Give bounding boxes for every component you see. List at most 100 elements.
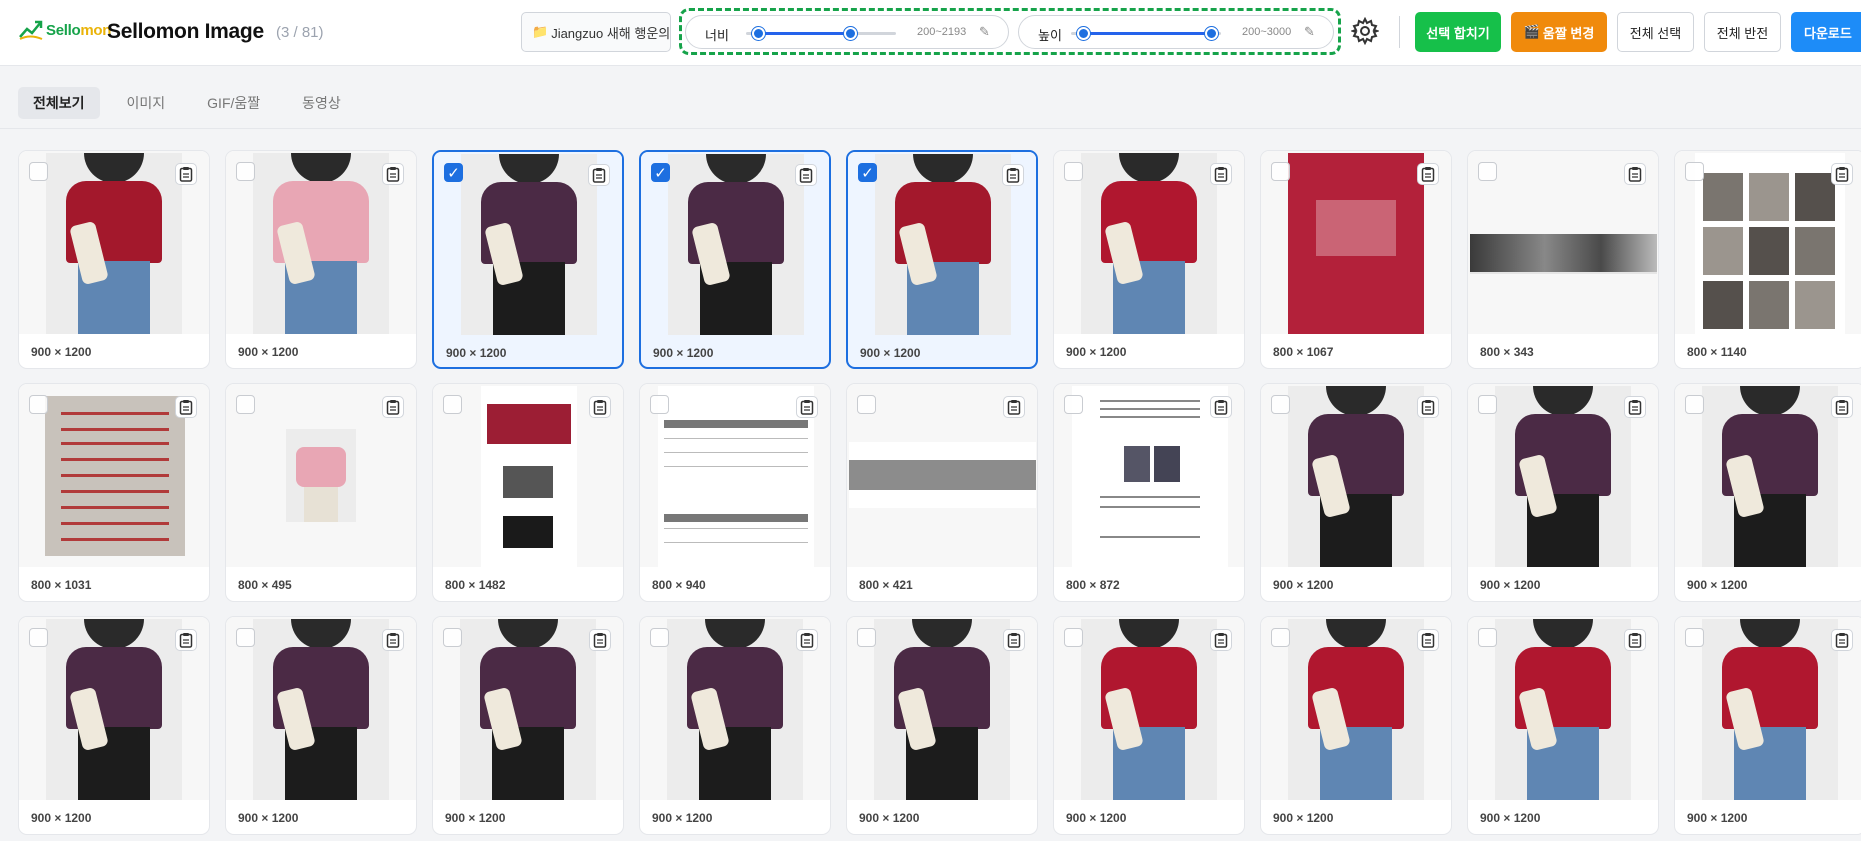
image-card[interactable]: 900 × 1200 — [1467, 383, 1659, 602]
clipboard-icon[interactable] — [796, 629, 818, 651]
tab-0[interactable]: 전체보기 — [18, 87, 100, 119]
clipboard-icon[interactable] — [1210, 396, 1232, 418]
image-card[interactable]: 900 × 1200 — [1260, 616, 1452, 835]
clipboard-icon[interactable] — [175, 629, 197, 651]
image-card[interactable]: ✓ 900 × 1200 — [846, 150, 1038, 369]
select-checkbox[interactable] — [443, 395, 462, 414]
image-card[interactable]: 900 × 1200 — [18, 150, 210, 369]
clipboard-icon[interactable] — [1624, 629, 1646, 651]
select-checkbox[interactable] — [1064, 162, 1083, 181]
select-all-button[interactable]: 전체 선택 — [1617, 12, 1694, 52]
select-checkbox[interactable] — [1478, 395, 1497, 414]
select-checkbox[interactable] — [1271, 162, 1290, 181]
select-checkbox[interactable] — [1064, 628, 1083, 647]
image-card[interactable]: 900 × 1200 — [432, 616, 624, 835]
image-card[interactable]: 900 × 1200 — [225, 150, 417, 369]
image-card[interactable]: 800 × 343 — [1467, 150, 1659, 369]
clipboard-icon[interactable] — [1624, 396, 1646, 418]
image-card[interactable]: 900 × 1200 — [1053, 150, 1245, 369]
image-card[interactable]: ✓ 900 × 1200 — [432, 150, 624, 369]
clipboard-icon[interactable] — [175, 396, 197, 418]
merge-selected-button[interactable]: 선택 합치기 — [1415, 12, 1501, 52]
image-card[interactable]: 900 × 1200 — [1674, 616, 1861, 835]
image-card[interactable]: 900 × 1200 — [639, 616, 831, 835]
select-checkbox[interactable]: ✓ — [444, 163, 463, 182]
width-slider[interactable]: 너비 200~2193 ✎ — [685, 15, 1009, 49]
select-checkbox[interactable] — [1271, 395, 1290, 414]
select-checkbox[interactable] — [1685, 628, 1704, 647]
clipboard-icon[interactable] — [382, 163, 404, 185]
clipboard-icon[interactable] — [1003, 629, 1025, 651]
invert-selection-button[interactable]: 전체 반전 — [1704, 12, 1781, 52]
select-checkbox[interactable]: ✓ — [858, 163, 877, 182]
clipboard-icon[interactable] — [175, 163, 197, 185]
clipboard-icon[interactable] — [382, 629, 404, 651]
clipboard-icon[interactable] — [1210, 629, 1232, 651]
height-slider[interactable]: 높이 200~3000 ✎ — [1018, 15, 1334, 49]
image-card[interactable]: 800 × 940 — [639, 383, 831, 602]
select-checkbox[interactable] — [236, 395, 255, 414]
select-checkbox[interactable] — [650, 395, 669, 414]
width-track[interactable] — [746, 27, 896, 40]
select-checkbox[interactable] — [29, 162, 48, 181]
download-button[interactable]: 다운로드 — [1791, 12, 1861, 52]
clipboard-icon[interactable] — [382, 396, 404, 418]
select-checkbox[interactable] — [1271, 628, 1290, 647]
select-checkbox[interactable] — [857, 395, 876, 414]
image-card[interactable]: 900 × 1200 — [18, 616, 210, 835]
image-card[interactable]: 900 × 1200 — [225, 616, 417, 835]
folder-button[interactable]: 📁 Jiangzuo 새해 행운의 — [521, 12, 671, 52]
pencil-icon[interactable]: ✎ — [1304, 24, 1315, 40]
clipboard-icon[interactable] — [588, 164, 610, 186]
image-card[interactable]: 900 × 1200 — [1467, 616, 1659, 835]
clipboard-icon[interactable] — [1417, 629, 1439, 651]
image-card[interactable]: 800 × 872 — [1053, 383, 1245, 602]
pencil-icon[interactable]: ✎ — [979, 24, 990, 40]
clipboard-icon[interactable] — [1003, 396, 1025, 418]
select-checkbox[interactable] — [1064, 395, 1083, 414]
clipboard-icon[interactable] — [1831, 396, 1853, 418]
select-checkbox[interactable] — [650, 628, 669, 647]
select-checkbox[interactable] — [1685, 395, 1704, 414]
clipboard-icon[interactable] — [1624, 163, 1646, 185]
image-card[interactable]: ✓ 900 × 1200 — [639, 150, 831, 369]
clipboard-icon[interactable] — [589, 396, 611, 418]
select-checkbox[interactable] — [1478, 162, 1497, 181]
clipboard-icon[interactable] — [589, 629, 611, 651]
clipboard-icon[interactable] — [796, 396, 818, 418]
select-checkbox[interactable] — [236, 162, 255, 181]
image-card[interactable]: 800 × 1067 — [1260, 150, 1452, 369]
height-max-thumb[interactable] — [1205, 27, 1218, 40]
image-card[interactable]: 900 × 1200 — [1674, 383, 1861, 602]
select-checkbox[interactable] — [29, 395, 48, 414]
clipboard-icon[interactable] — [1002, 164, 1024, 186]
convert-gif-button[interactable]: 🎬 움짤 변경 — [1511, 12, 1607, 52]
tab-1[interactable]: 이미지 — [112, 87, 181, 119]
clipboard-icon[interactable] — [1210, 163, 1232, 185]
select-checkbox[interactable] — [1685, 162, 1704, 181]
clipboard-icon[interactable] — [1417, 163, 1439, 185]
clipboard-icon[interactable] — [1831, 163, 1853, 185]
select-checkbox[interactable] — [1478, 628, 1497, 647]
clipboard-icon[interactable] — [1417, 396, 1439, 418]
settings-button[interactable] — [1349, 16, 1381, 46]
width-min-thumb[interactable] — [752, 27, 765, 40]
image-card[interactable]: 800 × 1140 — [1674, 150, 1861, 369]
select-checkbox[interactable]: ✓ — [651, 163, 670, 182]
clipboard-icon[interactable] — [1831, 629, 1853, 651]
width-max-thumb[interactable] — [844, 27, 857, 40]
image-card[interactable]: 900 × 1200 — [1260, 383, 1452, 602]
image-card[interactable]: 900 × 1200 — [846, 616, 1038, 835]
clipboard-icon[interactable] — [795, 164, 817, 186]
tab-3[interactable]: 동영상 — [287, 87, 356, 119]
image-card[interactable]: 900 × 1200 — [1053, 616, 1245, 835]
select-checkbox[interactable] — [236, 628, 255, 647]
image-card[interactable]: 800 × 1031 — [18, 383, 210, 602]
height-track[interactable] — [1071, 27, 1221, 40]
select-checkbox[interactable] — [857, 628, 876, 647]
select-checkbox[interactable] — [443, 628, 462, 647]
image-card[interactable]: 800 × 421 — [846, 383, 1038, 602]
image-card[interactable]: 800 × 1482 — [432, 383, 624, 602]
image-card[interactable]: 800 × 495 — [225, 383, 417, 602]
tab-2[interactable]: GIF/움짤 — [192, 87, 275, 119]
